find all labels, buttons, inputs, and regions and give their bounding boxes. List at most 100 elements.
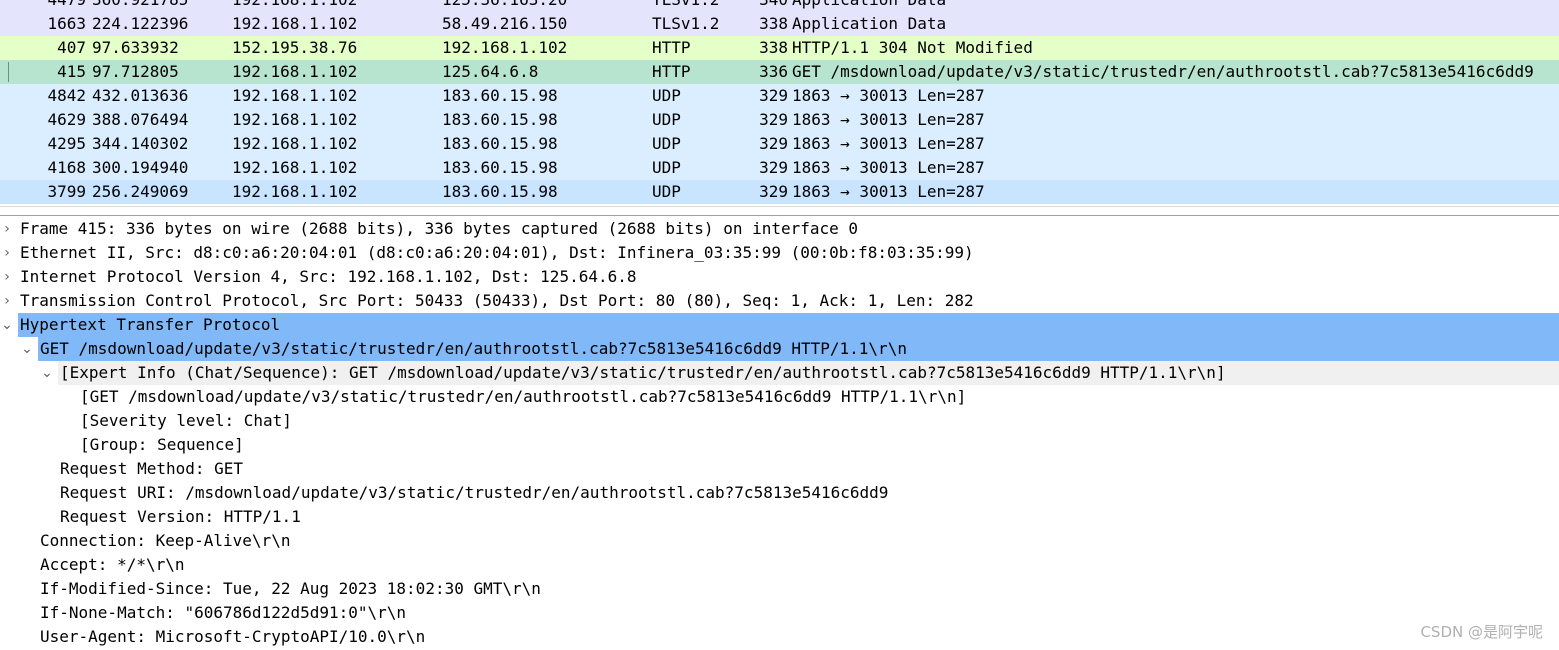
packet-number: 4168 [47, 158, 86, 177]
packet-length: 329 [759, 110, 788, 129]
detail-tree-item[interactable]: ⌄ GET /msdownload/update/v3/static/truste… [0, 337, 1559, 361]
detail-tree-item-label: Request Version: HTTP/1.1 [60, 507, 301, 526]
packet-length: 338 [759, 14, 788, 33]
packet-protocol: UDP [652, 182, 681, 201]
packet-details-tree: › Frame 415: 336 bytes on wire (2688 bits… [0, 217, 1559, 649]
packet-time: 97.712805 [92, 62, 179, 81]
packet-time: 344.140302 [92, 134, 189, 153]
packet-number: 1663 [47, 14, 86, 33]
packet-row[interactable]: 4629 388.076494 192.168.1.102 183.60.15.98 U… [0, 108, 1559, 132]
packet-destination: 183.60.15.98 [442, 158, 558, 177]
detail-tree-item-label: Request Method: GET [60, 459, 244, 478]
chevron-right-icon[interactable]: › [0, 289, 14, 313]
packet-source: 192.168.1.102 [232, 110, 358, 129]
detail-tree-item[interactable]: ⌄ [Expert Info (Chat/Sequence): GET /msdo… [0, 361, 1559, 385]
packet-protocol: HTTP [652, 38, 691, 57]
detail-tree-item[interactable]: User-Agent: Microsoft-CryptoAPI/10.0\r\n [0, 625, 1559, 649]
detail-tree-item-label: Request URI: /msdownload/update/v3/stati… [60, 483, 889, 502]
packet-number: 4295 [47, 134, 86, 153]
detail-tree-item-label: Internet Protocol Version 4, Src: 192.16… [20, 267, 637, 286]
pane-splitter[interactable] [0, 206, 1559, 216]
packet-row[interactable]: 4479 360.921785 192.168.1.102 125.36.163.20… [0, 0, 1559, 12]
packet-source: 192.168.1.102 [232, 158, 358, 177]
detail-tree-item[interactable]: Request Method: GET [0, 457, 1559, 481]
packet-time: 256.249069 [92, 182, 189, 201]
detail-tree-item-label: [Severity level: Chat] [80, 411, 292, 430]
packet-row[interactable]: 4295 344.140302 192.168.1.102 183.60.15.98 U… [0, 132, 1559, 156]
packet-info: 1863 → 30013 Len=287 [792, 110, 985, 129]
detail-tree-item[interactable]: If-None-Match: "606786d122d5d91:0"\r\n [0, 601, 1559, 625]
detail-tree-item-label: User-Agent: Microsoft-CryptoAPI/10.0\r\n [40, 627, 426, 646]
detail-tree-item-label: Connection: Keep-Alive\r\n [40, 531, 291, 550]
chevron-down-icon[interactable]: ⌄ [40, 361, 54, 385]
packet-row[interactable]: 3799 256.249069 192.168.1.102 183.60.15.98 U… [0, 180, 1559, 204]
chevron-down-icon[interactable]: ⌄ [0, 313, 14, 337]
detail-tree-item[interactable]: Accept: */*\r\n [0, 553, 1559, 577]
detail-tree-item-label: Hypertext Transfer Protocol [20, 315, 281, 334]
packet-row[interactable]: 407 97.633932 152.195.38.76 192.168.1.102 HT… [0, 36, 1559, 60]
packet-protocol: HTTP [652, 62, 691, 81]
detail-tree-item[interactable]: [Group: Sequence] [0, 433, 1559, 457]
packet-protocol: UDP [652, 134, 681, 153]
packet-protocol: TLSv1.2 [652, 0, 719, 12]
packet-destination: 183.60.15.98 [442, 182, 558, 201]
detail-tree-item[interactable]: › Transmission Control Protocol, Src Port… [0, 289, 1559, 313]
detail-tree-item-label: If-Modified-Since: Tue, 22 Aug 2023 18:0… [40, 579, 541, 598]
chevron-down-icon[interactable]: ⌄ [20, 337, 34, 361]
packet-info: GET /msdownload/update/v3/static/trusted… [792, 62, 1534, 81]
packet-info: Application Data [792, 0, 946, 12]
packet-row[interactable]: 4842 432.013636 192.168.1.102 183.60.15.98 U… [0, 84, 1559, 108]
detail-tree-item[interactable]: › Internet Protocol Version 4, Src: 192.1… [0, 265, 1559, 289]
detail-tree-item-label: [GET /msdownload/update/v3/static/truste… [80, 387, 967, 406]
detail-tree-item[interactable]: Request URI: /msdownload/update/v3/stati… [0, 481, 1559, 505]
packet-protocol: TLSv1.2 [652, 14, 720, 33]
packet-list-rows: 4479 360.921785 192.168.1.102 125.36.163.20… [0, 0, 1559, 204]
packet-row[interactable]: 4168 300.194940 192.168.1.102 183.60.15.98 U… [0, 156, 1559, 180]
detail-tree-item-label: If-None-Match: "606786d122d5d91:0"\r\n [40, 603, 407, 622]
packet-source: 192.168.1.102 [232, 0, 357, 12]
packet-destination: 125.36.163.20 [442, 0, 567, 12]
packet-source: 192.168.1.102 [232, 134, 358, 153]
detail-tree-item[interactable]: If-Modified-Since: Tue, 22 Aug 2023 18:0… [0, 577, 1559, 601]
chevron-right-icon[interactable]: › [0, 217, 14, 241]
packet-info: 1863 → 30013 Len=287 [792, 182, 985, 201]
packet-time: 300.194940 [92, 158, 189, 177]
packet-length: 340 [752, 0, 788, 12]
packet-source: 192.168.1.102 [232, 86, 358, 105]
packet-destination: 192.168.1.102 [442, 38, 568, 57]
packet-destination: 58.49.216.150 [442, 14, 568, 33]
detail-tree-item-label: [Expert Info (Chat/Sequence): GET /msdow… [60, 363, 1226, 382]
packet-number: 407 [57, 38, 86, 57]
packet-destination: 125.64.6.8 [442, 62, 539, 81]
packet-protocol: UDP [652, 86, 681, 105]
packet-number: 3799 [47, 182, 86, 201]
detail-tree-item-label: [Group: Sequence] [80, 435, 244, 454]
chevron-right-icon[interactable]: › [0, 241, 14, 265]
detail-tree-item[interactable]: [GET /msdownload/update/v3/static/truste… [0, 385, 1559, 409]
chevron-right-icon[interactable]: › [0, 265, 14, 289]
detail-tree-item[interactable]: Connection: Keep-Alive\r\n [0, 529, 1559, 553]
detail-tree-item[interactable]: › Frame 415: 336 bytes on wire (2688 bits… [0, 217, 1559, 241]
detail-tree-item[interactable]: Request Version: HTTP/1.1 [0, 505, 1559, 529]
detail-tree-item-label: Accept: */*\r\n [40, 555, 185, 574]
packet-destination: 183.60.15.98 [442, 110, 558, 129]
detail-tree-item[interactable]: ⌄ Hypertext Transfer Protocol [0, 313, 1559, 337]
packet-time: 224.122396 [92, 14, 189, 33]
packet-number: 4479 [0, 0, 86, 12]
detail-tree-item-label: GET /msdownload/update/v3/static/trusted… [40, 339, 907, 358]
packet-length: 338 [759, 38, 788, 57]
detail-tree-item-label: Ethernet II, Src: d8:c0:a6:20:04:01 (d8:… [20, 243, 974, 262]
detail-tree-item[interactable]: [Severity level: Chat] [0, 409, 1559, 433]
packet-info: Application Data [792, 14, 947, 33]
packet-length: 336 [759, 62, 788, 81]
packet-list: 4479 360.921785 192.168.1.102 125.36.163.20… [0, 0, 1559, 206]
packet-number: 415 [57, 62, 86, 81]
packet-info: 1863 → 30013 Len=287 [792, 86, 985, 105]
packet-number: 4629 [47, 110, 86, 129]
packet-number: 4842 [47, 86, 86, 105]
detail-tree-item[interactable]: › Ethernet II, Src: d8:c0:a6:20:04:01 (d8… [0, 241, 1559, 265]
packet-row-selected[interactable]: 415 97.712805 192.168.1.102 125.64.6.8 HTTP 3… [0, 60, 1559, 84]
packet-time: 432.013636 [92, 86, 189, 105]
packet-row[interactable]: 1663 224.122396 192.168.1.102 58.49.216.150… [0, 12, 1559, 36]
detail-tree-item-label: Frame 415: 336 bytes on wire (2688 bits)… [20, 219, 859, 238]
